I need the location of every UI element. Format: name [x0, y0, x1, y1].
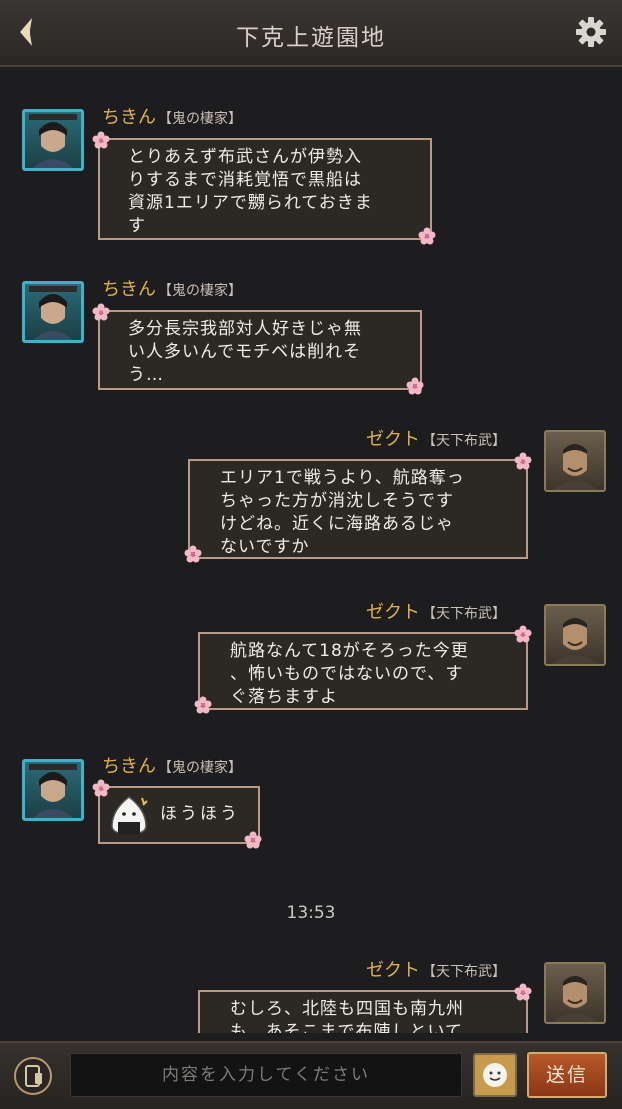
- message-bubble[interactable]: 多分長宗我部対人好きじゃ無 い人多いんでモチベは削れそ う…: [98, 310, 422, 390]
- sender-label: ゼクト 【天下布武】: [366, 598, 506, 624]
- sender-group-tag: 【鬼の棲家】: [158, 760, 242, 776]
- message-text: ほうほう: [160, 804, 240, 824]
- sender-group-tag: 【天下布武】: [422, 964, 506, 980]
- message-text: むしろ、北陸も四国も南九州 も、あそこまで布陣しといて: [230, 999, 464, 1033]
- emoji-button[interactable]: [473, 1053, 517, 1097]
- message-bubble[interactable]: エリア1で戦うより、航路奪っ ちゃった方が消沈しそうです けどね。近くに海路ある…: [188, 459, 528, 559]
- send-button[interactable]: 送信: [527, 1052, 607, 1098]
- sakura-flower-icon: [92, 131, 110, 149]
- header-bar: 下克上遊園地: [0, 0, 622, 67]
- samurai-portrait-icon: [29, 286, 77, 340]
- gear-icon[interactable]: [574, 15, 608, 49]
- sender-name: ちきん: [102, 279, 156, 300]
- sender-name: ちきん: [102, 107, 156, 128]
- avatar-zekuto[interactable]: [544, 604, 606, 666]
- sender-label: ちきん 【鬼の棲家】: [102, 103, 242, 129]
- smiley-icon: [483, 1063, 507, 1087]
- samurai-portrait-icon: [29, 114, 77, 168]
- samurai-portrait-icon: [552, 618, 598, 664]
- sender-label: ゼクト 【天下布武】: [366, 956, 506, 982]
- sakura-flower-icon: [184, 545, 202, 563]
- onigiri-sticker-icon: [111, 796, 148, 835]
- sakura-flower-icon: [92, 779, 110, 797]
- sakura-flower-icon: [418, 227, 436, 245]
- sakura-flower-icon: [514, 625, 532, 643]
- samurai-portrait-icon: [29, 764, 77, 818]
- avatar-chikin[interactable]: [22, 281, 84, 343]
- sender-label: ちきん 【鬼の棲家】: [102, 275, 242, 301]
- sender-label: ゼクト 【天下布武】: [366, 425, 506, 451]
- message-text: 航路なんて18がそろった今更 、怖いものではないので、す ぐ落ちますよ: [230, 641, 469, 707]
- sender-group-tag: 【鬼の棲家】: [158, 283, 242, 299]
- sender-label: ちきん 【鬼の棲家】: [102, 752, 242, 778]
- message-bubble[interactable]: むしろ、北陸も四国も南九州 も、あそこまで布陣しといて: [198, 990, 528, 1033]
- avatar-chikin[interactable]: [22, 109, 84, 171]
- sakura-flower-icon: [92, 303, 110, 321]
- sender-group-tag: 【天下布武】: [422, 433, 506, 449]
- message-text: 多分長宗我部対人好きじゃ無 い人多いんでモチベは削れそ う…: [128, 319, 362, 385]
- sakura-flower-icon: [514, 983, 532, 1001]
- input-bar: 内容を入力してください 送信: [0, 1041, 622, 1109]
- sakura-flower-icon: [406, 377, 424, 395]
- message-input[interactable]: 内容を入力してください: [70, 1053, 462, 1097]
- message-bubble[interactable]: ほうほう: [98, 786, 260, 844]
- chat-area[interactable]: ちきん 【鬼の棲家】 とりあえず布武さんが伊勢入 りするまで消耗覚悟で黒船は 資源…: [0, 69, 622, 1033]
- samurai-portrait-icon: [552, 444, 598, 490]
- avatar-chikin[interactable]: [22, 759, 84, 821]
- timestamp: 13:53: [286, 903, 336, 923]
- message-bubble[interactable]: とりあえず布武さんが伊勢入 りするまで消耗覚悟で黒船は 資源1エリアで嬲られてお…: [98, 138, 432, 240]
- sender-name: ちきん: [102, 756, 156, 777]
- page-title: 下克上遊園地: [236, 25, 386, 51]
- avatar-zekuto[interactable]: [544, 962, 606, 1024]
- sender-name: ゼクト: [366, 602, 420, 623]
- message-bubble[interactable]: 航路なんて18がそろった今更 、怖いものではないので、す ぐ落ちますよ: [198, 632, 528, 710]
- avatar-zekuto[interactable]: [544, 430, 606, 492]
- sakura-flower-icon: [514, 452, 532, 470]
- sakura-flower-icon: [244, 831, 262, 849]
- message-text: とりあえず布武さんが伊勢入 りするまで消耗覚悟で黒船は 資源1エリアで嬲られてお…: [128, 147, 373, 236]
- phone-icon[interactable]: [13, 1056, 53, 1096]
- sender-name: ゼクト: [366, 429, 420, 450]
- sakura-flower-icon: [194, 696, 212, 714]
- message-text: エリア1で戦うより、航路奪っ ちゃった方が消沈しそうです けどね。近くに海路ある…: [220, 468, 465, 557]
- sender-group-tag: 【天下布武】: [422, 606, 506, 622]
- sender-name: ゼクト: [366, 960, 420, 981]
- sender-group-tag: 【鬼の棲家】: [158, 111, 242, 127]
- samurai-portrait-icon: [552, 976, 598, 1022]
